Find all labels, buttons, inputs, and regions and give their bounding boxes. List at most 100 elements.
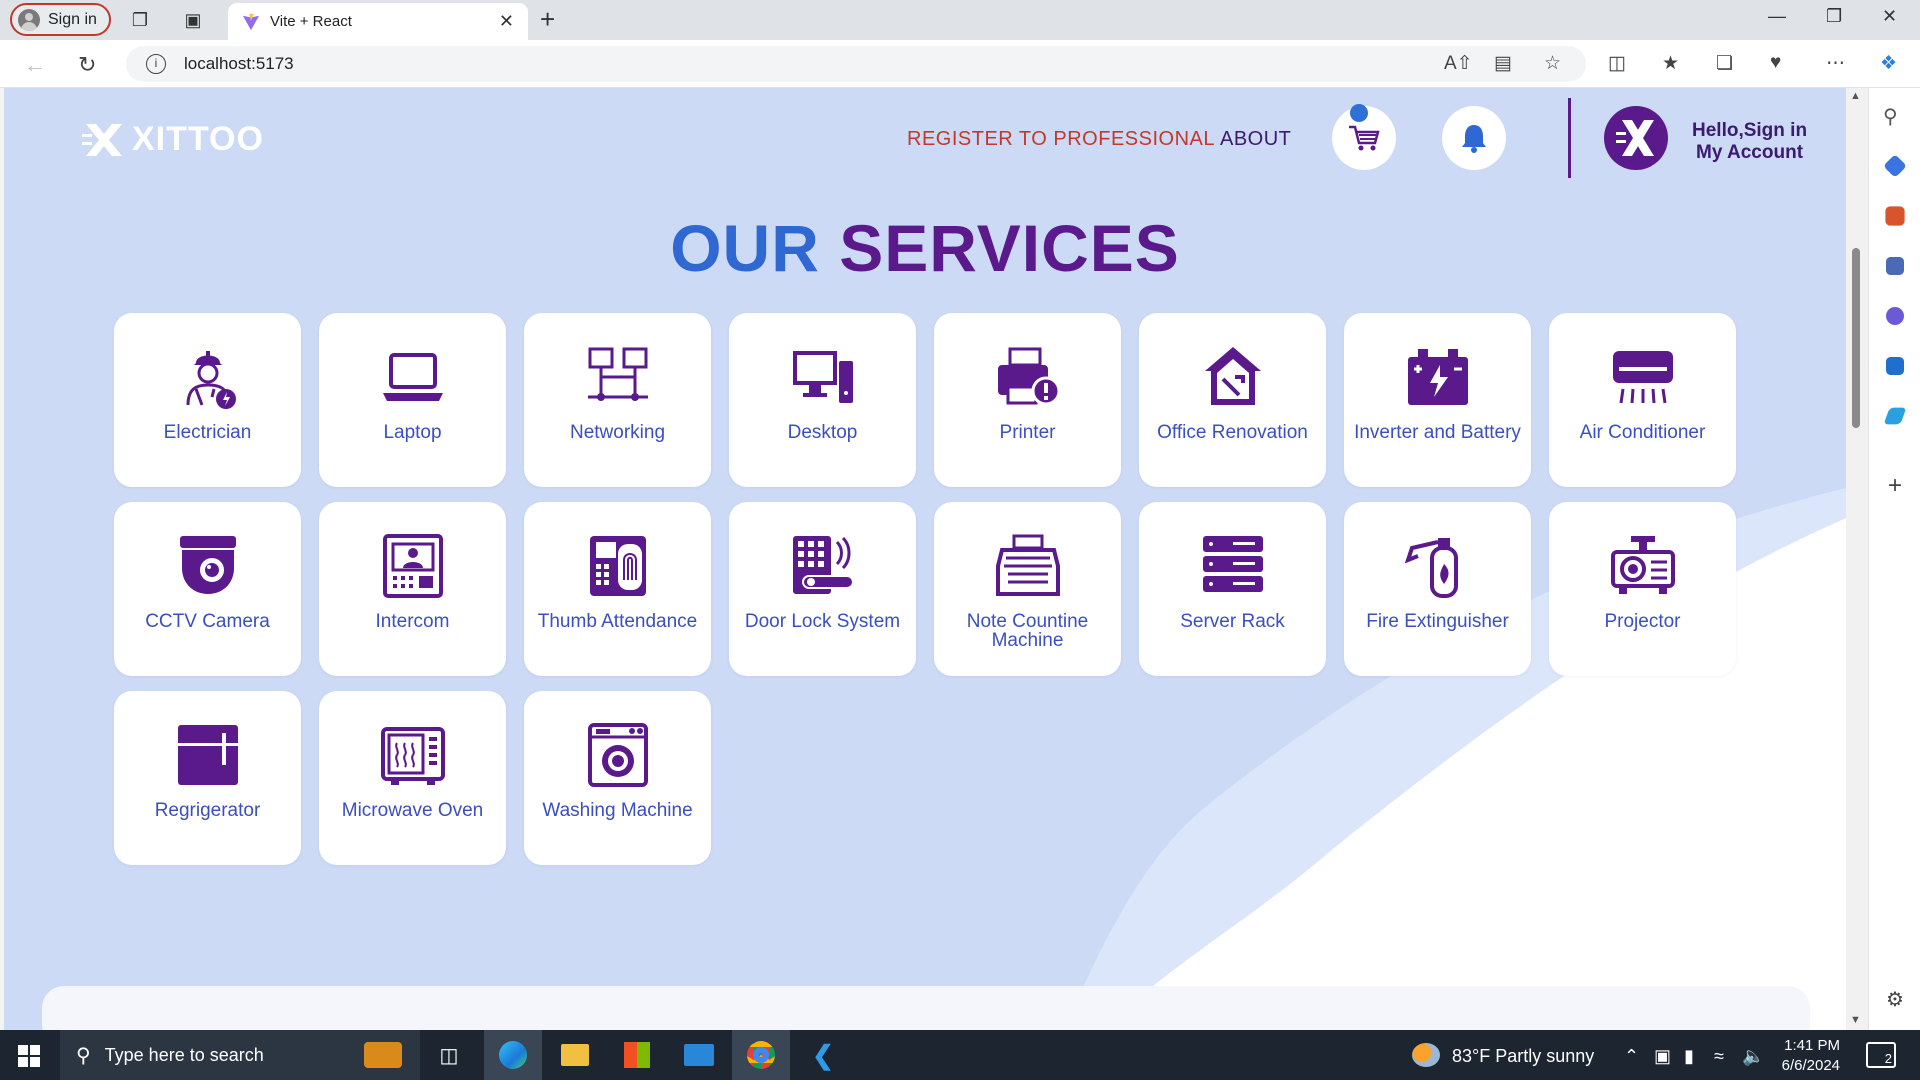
chrome-icon[interactable] (732, 1030, 790, 1080)
scroll-up-icon[interactable]: ▲ (1850, 90, 1861, 102)
service-card-networking[interactable]: Networking (524, 313, 711, 487)
windows-start-icon[interactable] (18, 1045, 40, 1067)
service-card-laptop[interactable]: Laptop (319, 313, 506, 487)
scroll-down-icon[interactable]: ▼ (1850, 1014, 1861, 1026)
service-card-refrigerator[interactable]: Regrigerator (114, 691, 301, 865)
cart-button[interactable] (1332, 104, 1396, 170)
scroll-thumb[interactable] (1852, 248, 1860, 428)
cctv-camera-icon (179, 536, 236, 594)
register-professional-link[interactable]: REGISTER TO PROFESSIONAL (907, 128, 1215, 151)
logo-x-icon (82, 123, 122, 156)
door-lock-icon (792, 536, 854, 594)
copilot-icon[interactable]: ❖ (1880, 52, 1897, 75)
about-link[interactable]: ABOUT (1220, 128, 1291, 151)
web-page: XITTOO REGISTER TO PROFESSIONAL ABOUT He… (4, 88, 1846, 1030)
service-card-cctv-camera[interactable]: CCTV Camera (114, 502, 301, 676)
service-card-washing-machine[interactable]: Washing Machine (524, 691, 711, 865)
edge-app-icon[interactable] (484, 1030, 542, 1080)
tab-title: Vite + React (270, 13, 352, 30)
service-card-desktop[interactable]: Desktop (729, 313, 916, 487)
service-card-door-lock[interactable]: Door Lock System (729, 502, 916, 676)
service-card-office-renovation[interactable]: Office Renovation (1139, 313, 1326, 487)
service-card-server-rack[interactable]: Server Rack (1139, 502, 1326, 676)
service-label: CCTV Camera (145, 611, 270, 632)
file-explorer-icon[interactable] (546, 1030, 604, 1080)
profile-signin-button[interactable]: Sign in (10, 3, 111, 36)
service-label: Fire Extinguisher (1366, 611, 1509, 632)
new-tab-button[interactable]: + (540, 4, 555, 35)
service-card-thumb-attendance[interactable]: Thumb Attendance (524, 502, 711, 676)
battery-icon (1407, 349, 1468, 405)
account-avatar[interactable] (1604, 106, 1668, 170)
notification-center-icon[interactable]: 2 (1866, 1042, 1896, 1068)
tab-actions-icon[interactable]: ▣ (181, 8, 205, 32)
url-field[interactable]: i localhost:5173 (126, 46, 1586, 82)
restore-icon[interactable]: ❐ (1826, 6, 1842, 27)
tray-chevron-icon[interactable]: ⌃ (1624, 1046, 1639, 1067)
copilot-app-icon[interactable] (1886, 307, 1904, 325)
browser-window: Sign in ❐ ▣ Vite + React ✕ + — ❐ ✕ ← ↻ i… (0, 0, 1920, 1030)
tab-active[interactable]: Vite + React ✕ (228, 3, 528, 40)
add-sidebar-icon[interactable]: + (1883, 474, 1907, 498)
site-logo[interactable]: XITTOO (82, 120, 264, 159)
service-card-note-counting[interactable]: Note Countine Machine (934, 502, 1121, 676)
immersive-reader-icon[interactable]: ▤ (1494, 52, 1512, 75)
shopping-tag-icon[interactable] (1883, 154, 1907, 178)
favorites-icon[interactable]: ★ (1662, 52, 1679, 75)
send-icon[interactable] (1883, 407, 1907, 425)
page-scrollbar[interactable]: ▲ ▼ (1846, 88, 1868, 1030)
tab-strip: Sign in ❐ ▣ Vite + React ✕ + — ❐ ✕ (0, 0, 1920, 40)
service-card-microwave[interactable]: Microwave Oven (319, 691, 506, 865)
favorite-star-icon[interactable]: ☆ (1544, 52, 1561, 75)
close-window-icon[interactable]: ✕ (1882, 6, 1897, 27)
battery-tray-icon[interactable]: ▮ (1684, 1046, 1694, 1067)
task-view-icon[interactable]: ◫ (420, 1030, 478, 1080)
title-part-1: OUR (670, 211, 820, 285)
service-card-electrician[interactable]: Electrician (114, 313, 301, 487)
account-greeting: Hello,Sign in (1692, 120, 1808, 141)
meet-now-icon[interactable]: ▣ (1654, 1046, 1671, 1067)
store-icon[interactable] (608, 1030, 666, 1080)
browser-essentials-icon[interactable]: ♥ (1770, 52, 1781, 74)
collections-icon[interactable]: ❏ (1716, 52, 1733, 75)
outlook-icon[interactable] (1886, 357, 1904, 375)
service-label: Thumb Attendance (537, 611, 698, 632)
page-title: OUR SERVICES (4, 210, 1846, 286)
toolbox-icon[interactable] (1885, 206, 1905, 226)
electrician-icon (186, 351, 236, 409)
account-menu[interactable]: Hello,Sign in My Account (1692, 120, 1807, 164)
minimize-icon[interactable]: — (1768, 6, 1786, 27)
url-text: localhost:5173 (184, 54, 294, 73)
taskbar-search[interactable]: ⚲ Type here to search (60, 1030, 420, 1080)
notifications-button[interactable] (1442, 106, 1506, 170)
games-icon[interactable] (1886, 257, 1904, 275)
read-aloud-icon[interactable]: A⇧ (1444, 52, 1473, 75)
wifi-icon[interactable]: ≈ (1714, 1046, 1724, 1067)
settings-more-icon[interactable]: ⋯ (1826, 52, 1845, 75)
weather-icon[interactable] (1412, 1043, 1440, 1067)
service-card-printer[interactable]: Printer (934, 313, 1121, 487)
desktop-icon (792, 351, 853, 403)
service-card-projector[interactable]: Projector (1549, 502, 1736, 676)
workspaces-icon[interactable]: ❐ (128, 8, 152, 32)
service-card-air-conditioner[interactable]: Air Conditioner (1549, 313, 1736, 487)
refresh-icon[interactable]: ↻ (78, 52, 96, 78)
service-card-fire-extinguisher[interactable]: Fire Extinguisher (1344, 502, 1531, 676)
sidebar-settings-icon[interactable]: ⚙ (1883, 988, 1907, 1012)
signin-label: Sign in (48, 10, 97, 28)
bell-icon (1462, 125, 1486, 153)
vscode-icon[interactable]: ❮ (794, 1030, 852, 1080)
service-label: Networking (569, 422, 666, 443)
clock[interactable]: 1:41 PM 6/6/2024 (1760, 1036, 1840, 1076)
service-card-inverter-battery[interactable]: Inverter and Battery (1344, 313, 1531, 487)
search-icon[interactable]: ⚲ (1883, 104, 1907, 128)
weather-text[interactable]: 83°F Partly sunny (1452, 1046, 1594, 1067)
service-card-intercom[interactable]: Intercom (319, 502, 506, 676)
site-info-icon[interactable]: i (146, 54, 166, 74)
vite-icon (242, 13, 260, 30)
mail-icon[interactable] (670, 1030, 728, 1080)
tab-close-icon[interactable]: ✕ (499, 11, 514, 32)
back-icon[interactable]: ← (24, 52, 46, 78)
split-screen-icon[interactable]: ◫ (1608, 52, 1626, 75)
clock-time: 1:41 PM (1784, 1037, 1840, 1054)
